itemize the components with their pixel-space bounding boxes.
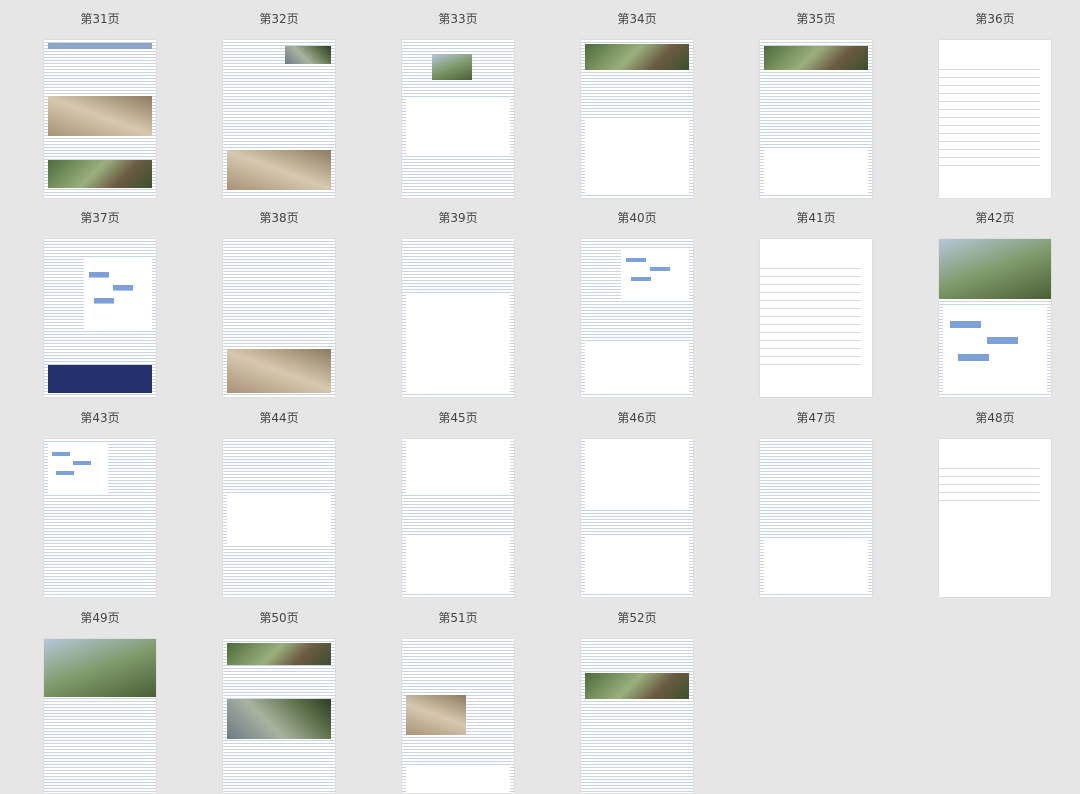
page-label: 第33页	[438, 12, 478, 26]
page-preview[interactable]	[939, 40, 1051, 198]
page-preview[interactable]	[402, 40, 514, 198]
page-label: 第45页	[438, 411, 478, 425]
page-preview[interactable]	[44, 239, 156, 397]
page-preview[interactable]	[402, 439, 514, 597]
page-preview[interactable]	[581, 40, 693, 198]
page-preview[interactable]	[581, 639, 693, 793]
page-label: 第50页	[259, 611, 299, 625]
page-label: 第47页	[796, 411, 836, 425]
page-preview[interactable]	[223, 639, 335, 793]
page-label: 第40页	[617, 211, 657, 225]
page-preview[interactable]	[581, 439, 693, 597]
page-label: 第42页	[975, 211, 1015, 225]
page-thumbnail-grid: 第31页 第32页 第33页 第34页 第35页 第36页 第37页 第38页 …	[0, 0, 1080, 794]
page-preview[interactable]	[223, 439, 335, 597]
page-label: 第51页	[438, 611, 478, 625]
page-label: 第34页	[617, 12, 657, 26]
page-preview[interactable]	[760, 239, 872, 397]
page-label: 第32页	[259, 12, 299, 26]
page-label: 第49页	[80, 611, 120, 625]
page-preview[interactable]	[44, 40, 156, 198]
page-preview[interactable]	[581, 239, 693, 397]
page-label: 第37页	[80, 211, 120, 225]
page-label: 第43页	[80, 411, 120, 425]
page-preview[interactable]	[760, 439, 872, 597]
page-label: 第35页	[796, 12, 836, 26]
page-label: 第39页	[438, 211, 478, 225]
page-preview[interactable]	[44, 639, 156, 793]
page-label: 第41页	[796, 211, 836, 225]
page-preview[interactable]	[760, 40, 872, 198]
page-label: 第38页	[259, 211, 299, 225]
page-preview[interactable]	[44, 439, 156, 597]
page-preview[interactable]	[939, 439, 1051, 597]
page-label: 第31页	[80, 12, 120, 26]
page-preview[interactable]	[223, 239, 335, 397]
page-preview[interactable]	[402, 239, 514, 397]
page-preview[interactable]	[223, 40, 335, 198]
page-label: 第48页	[975, 411, 1015, 425]
page-preview[interactable]	[402, 639, 514, 793]
page-label: 第46页	[617, 411, 657, 425]
page-label: 第44页	[259, 411, 299, 425]
page-preview[interactable]	[939, 239, 1051, 397]
page-label: 第36页	[975, 12, 1015, 26]
page-label: 第52页	[617, 611, 657, 625]
